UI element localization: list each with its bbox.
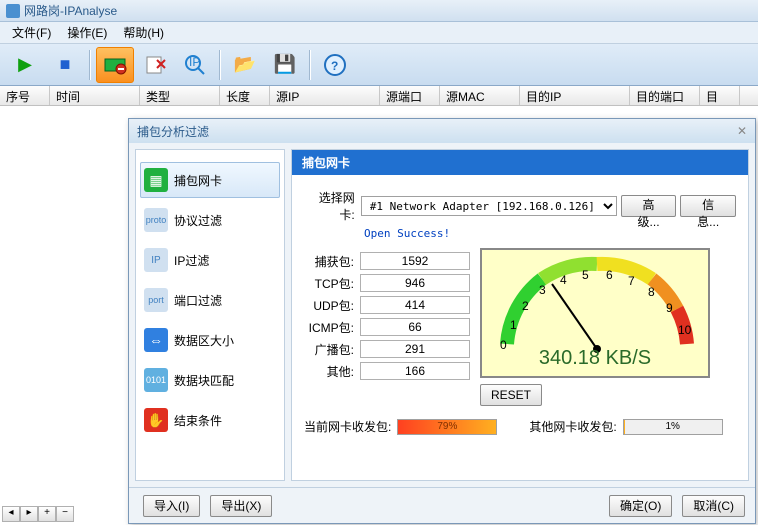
dialog-footer: 导入(I) 导出(X) 确定(O) 取消(C) <box>129 487 755 523</box>
open-status: Open Success! <box>364 227 736 240</box>
window-title: 网路岗-IPAnalyse <box>24 2 117 19</box>
ip-search-button[interactable]: IP <box>176 47 214 83</box>
menu-operate[interactable]: 操作(E) <box>59 22 115 43</box>
adapter-select[interactable]: #1 Network Adapter [192.168.0.126] <box>361 196 617 216</box>
app-icon <box>6 4 20 18</box>
block-icon: 0101 <box>144 368 168 392</box>
tab-strip: ◂ ▸ + − <box>0 503 76 525</box>
import-button[interactable]: 导入(I) <box>143 495 200 517</box>
svg-text:IP: IP <box>189 55 200 69</box>
col-dstip[interactable]: 目的IP <box>520 86 630 105</box>
other-pct-label: 其他网卡收发包: <box>529 418 616 435</box>
adapter-label: 选择网卡: <box>304 189 361 223</box>
speed-gauge: 01 23 45 67 89 10 340.18 KB/S <box>480 248 710 378</box>
stat-broadcast: 291 <box>360 340 470 358</box>
save-button[interactable]: 💾 <box>266 47 304 83</box>
svg-text:2: 2 <box>522 299 529 313</box>
col-time[interactable]: 时间 <box>50 86 140 105</box>
svg-text:3: 3 <box>539 283 546 297</box>
svg-text:9: 9 <box>666 301 673 315</box>
port-icon: port <box>144 288 168 312</box>
ok-button[interactable]: 确定(O) <box>609 495 672 517</box>
close-icon[interactable]: ✕ <box>737 124 747 138</box>
svg-text:8: 8 <box>648 285 655 299</box>
filter-dialog: 捕包分析过滤 ✕ ▦ 捕包网卡 proto 协议过滤 IP IP过滤 port … <box>128 118 756 524</box>
svg-text:1: 1 <box>510 318 517 332</box>
tab-del[interactable]: − <box>56 506 74 522</box>
dialog-titlebar: 捕包分析过滤 ✕ <box>129 119 755 143</box>
svg-text:6: 6 <box>606 268 613 282</box>
svg-text:4: 4 <box>560 273 567 287</box>
dialog-sidebar: ▦ 捕包网卡 proto 协议过滤 IP IP过滤 port 端口过滤 ⇔ 数据… <box>135 149 285 481</box>
stats-table: 捕获包:1592 TCP包:946 UDP包:414 ICMP包:66 广播包:… <box>304 248 470 406</box>
menu-help[interactable]: 帮助(H) <box>115 22 172 43</box>
cancel-button[interactable]: 取消(C) <box>682 495 745 517</box>
col-len[interactable]: 长度 <box>220 86 270 105</box>
svg-text:5: 5 <box>582 268 589 282</box>
stat-captured: 1592 <box>360 252 470 270</box>
col-seq[interactable]: 序号 <box>0 86 50 105</box>
other-pct-bar: 1% <box>623 419 723 435</box>
col-type[interactable]: 类型 <box>140 86 220 105</box>
menubar: 文件(F) 操作(E) 帮助(H) <box>0 22 758 44</box>
stat-icmp: 66 <box>360 318 470 336</box>
reset-button[interactable]: RESET <box>480 384 542 406</box>
menu-file[interactable]: 文件(F) <box>4 22 59 43</box>
sidebar-item-port[interactable]: port 端口过滤 <box>140 282 280 318</box>
tab-next[interactable]: ▸ <box>20 506 38 522</box>
toolbar: ▶ ■ IP 📂 💾 ? <box>0 44 758 86</box>
ip-icon: IP <box>144 248 168 272</box>
panel-header: 捕包网卡 <box>292 150 748 175</box>
protocol-icon: proto <box>144 208 168 232</box>
col-srcmac[interactable]: 源MAC <box>440 86 520 105</box>
col-srcport[interactable]: 源端口 <box>380 86 440 105</box>
stop-button[interactable]: ■ <box>46 47 84 83</box>
advanced-button[interactable]: 高级... <box>621 195 677 217</box>
sidebar-item-endcond[interactable]: ✋ 结束条件 <box>140 402 280 438</box>
stat-tcp: 946 <box>360 274 470 292</box>
delete-button[interactable] <box>136 47 174 83</box>
stat-other: 166 <box>360 362 470 380</box>
network-card-icon: ▦ <box>144 168 168 192</box>
sidebar-item-ip[interactable]: IP IP过滤 <box>140 242 280 278</box>
table-header: 序号 时间 类型 长度 源IP 源端口 源MAC 目的IP 目的端口 目 <box>0 86 758 106</box>
sidebar-item-adapter[interactable]: ▦ 捕包网卡 <box>140 162 280 198</box>
help-button[interactable]: ? <box>316 47 354 83</box>
start-button[interactable]: ▶ <box>6 47 44 83</box>
export-button[interactable]: 导出(X) <box>210 495 272 517</box>
stop-icon: ✋ <box>144 408 168 432</box>
cur-pct-label: 当前网卡收发包: <box>304 418 391 435</box>
gauge-value: 340.18 KB/S <box>482 347 708 370</box>
col-more[interactable]: 目 <box>700 86 740 105</box>
tab-prev[interactable]: ◂ <box>2 506 20 522</box>
col-dstport[interactable]: 目的端口 <box>630 86 700 105</box>
size-icon: ⇔ <box>144 328 168 352</box>
adapter-button[interactable] <box>96 47 134 83</box>
main-panel: 捕包网卡 选择网卡: #1 Network Adapter [192.168.0… <box>291 149 749 481</box>
sidebar-item-datasize[interactable]: ⇔ 数据区大小 <box>140 322 280 358</box>
col-srcip[interactable]: 源IP <box>270 86 380 105</box>
svg-text:7: 7 <box>628 274 635 288</box>
info-button[interactable]: 信息... <box>680 195 736 217</box>
sidebar-item-datablock[interactable]: 0101 数据块匹配 <box>140 362 280 398</box>
open-button[interactable]: 📂 <box>226 47 264 83</box>
sidebar-item-protocol[interactable]: proto 协议过滤 <box>140 202 280 238</box>
tab-add[interactable]: + <box>38 506 56 522</box>
stat-udp: 414 <box>360 296 470 314</box>
window-titlebar: 网路岗-IPAnalyse <box>0 0 758 22</box>
svg-text:?: ? <box>331 59 338 73</box>
dialog-title: 捕包分析过滤 <box>137 123 209 140</box>
svg-text:10: 10 <box>678 323 692 337</box>
cur-pct-bar: 79% <box>397 419 497 435</box>
